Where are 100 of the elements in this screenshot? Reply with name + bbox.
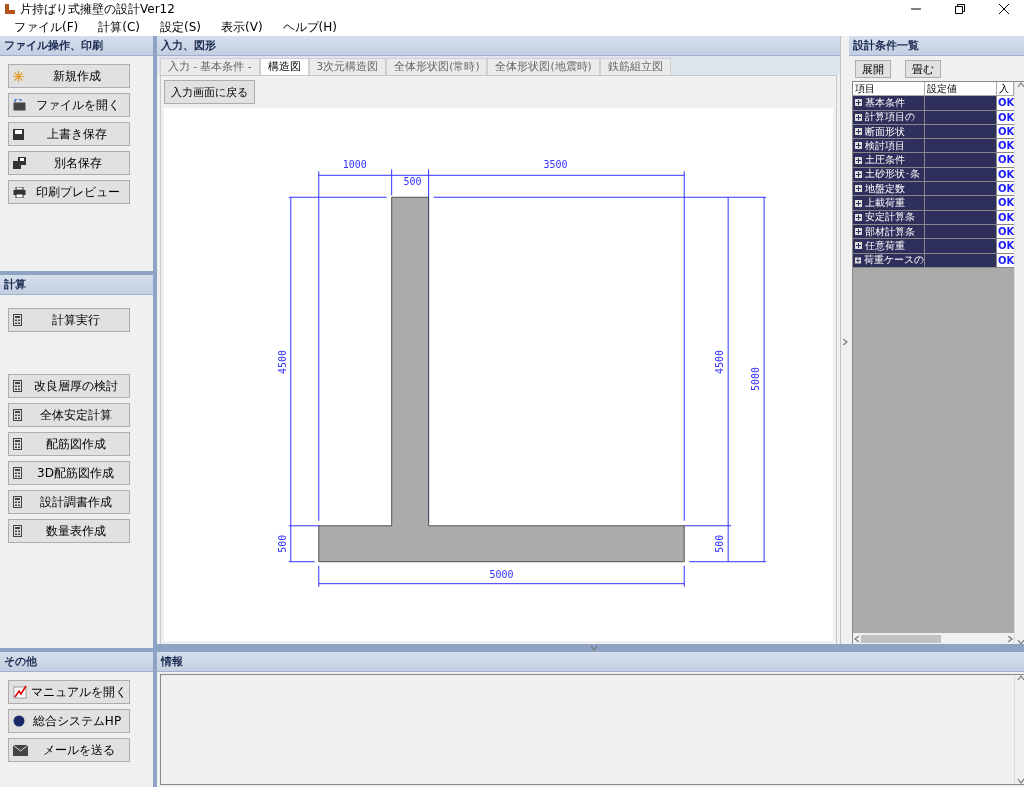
sidebar-button[interactable]: ファイルを開く	[8, 93, 130, 117]
table-cell	[925, 239, 997, 254]
calculator-icon	[13, 496, 22, 508]
sidebar-button[interactable]: 別名保存	[8, 151, 130, 175]
expand-icon[interactable]	[855, 242, 862, 250]
window-title: 片持ばり式擁壁の設計Ver12	[20, 0, 176, 18]
tab[interactable]: 全体形状図(地震時)	[487, 58, 600, 75]
status-cell: OK	[997, 196, 1015, 211]
horizontal-scrollbar[interactable]	[853, 633, 1015, 645]
sidebar-button[interactable]: 上書き保存	[8, 122, 130, 146]
table-cell	[925, 153, 997, 168]
toolbar-button[interactable]: 展開	[855, 60, 891, 78]
sparkle-icon	[13, 70, 24, 82]
toolbar-button[interactable]: 畳む	[905, 60, 941, 78]
sidebar-button[interactable]: 3D配筋図作成	[8, 461, 130, 485]
scroll-left-icon[interactable]	[853, 636, 861, 642]
expand-icon[interactable]	[855, 170, 862, 178]
back-button[interactable]: 入力画面に戻る	[164, 80, 255, 104]
table-cell[interactable]: 上載荷重	[853, 196, 925, 211]
floppy-disks-icon	[13, 157, 26, 169]
tab[interactable]: 鉄筋組立図	[599, 58, 671, 75]
menu-item[interactable]: ヘルプ(H)	[274, 18, 345, 36]
expand-icon[interactable]	[855, 185, 862, 193]
table-cell[interactable]: 基本条件	[853, 96, 925, 111]
table-cell[interactable]: 任意荷重	[853, 239, 925, 254]
item-label: 部材計算条	[865, 224, 915, 239]
vertical-scrollbar[interactable]	[1014, 82, 1024, 645]
sidebar-button[interactable]: マニュアルを開く	[8, 680, 130, 704]
dimension-label: 5000	[489, 568, 514, 580]
dimension-label: 1000	[342, 159, 367, 171]
sidebar-button[interactable]: 改良層厚の検討	[8, 374, 130, 398]
expand-icon[interactable]	[855, 142, 862, 150]
item-label: 断面形状	[865, 124, 905, 139]
section-header: ファイル操作、印刷	[0, 36, 153, 56]
calculator-icon	[13, 467, 22, 479]
menu-item[interactable]: 計算(C)	[90, 18, 148, 36]
expand-icon[interactable]	[855, 156, 862, 164]
item-label: 土砂形状･条	[865, 167, 920, 182]
menu-item[interactable]: 表示(V)	[213, 18, 271, 36]
column-header: 項目	[853, 82, 925, 97]
envelope-icon	[13, 744, 28, 756]
calculator-icon	[13, 380, 22, 392]
status-cell: OK	[997, 96, 1015, 111]
menu-item[interactable]: ファイル(F)	[6, 18, 87, 36]
dimension-label: 3500	[543, 159, 568, 171]
sidebar-button[interactable]: 印刷プレビュー	[8, 180, 130, 204]
table-cell	[925, 182, 997, 197]
expand-icon[interactable]	[855, 256, 861, 264]
calculator-icon	[13, 409, 22, 421]
dimension-label: 500	[403, 176, 422, 188]
sidebar-button[interactable]: 新規作成	[8, 64, 130, 88]
section-header: 設計条件一覧	[849, 36, 1024, 56]
tab[interactable]: 3次元構造図	[308, 58, 387, 75]
section-header: 計算	[0, 275, 153, 295]
item-label: 安定計算条	[865, 210, 915, 224]
sidebar-button[interactable]: メールを送る	[8, 738, 130, 762]
scroll-right-icon[interactable]	[1006, 636, 1015, 642]
scroll-down-icon[interactable]	[1017, 778, 1024, 784]
sidebar-button[interactable]: 配筋図作成	[8, 432, 130, 456]
dimension-label: 500	[714, 534, 726, 553]
folder-icon	[13, 99, 26, 111]
dimension-label: 4500	[714, 350, 726, 375]
sidebar-button[interactable]: 設計調書作成	[8, 490, 130, 514]
item-label: 検討項目	[865, 139, 905, 153]
tab[interactable]: 構造図	[259, 58, 309, 75]
table-cell	[925, 139, 997, 154]
restore-icon	[955, 4, 965, 14]
sidebar-button[interactable]: 全体安定計算	[8, 403, 130, 427]
globe-icon	[13, 715, 25, 727]
scroll-down-icon[interactable]	[1017, 639, 1024, 645]
item-label: 計算項目の	[865, 110, 915, 124]
expand-icon[interactable]	[855, 99, 862, 107]
expand-icon[interactable]	[855, 199, 862, 207]
table-cell[interactable]: 検討項目	[853, 139, 925, 154]
expand-icon[interactable]	[855, 113, 862, 121]
item-label: 上載荷重	[865, 196, 905, 210]
sidebar-button[interactable]: 計算実行	[8, 308, 130, 332]
calculator-icon	[13, 438, 22, 450]
calculator-icon	[13, 314, 22, 326]
expand-icon[interactable]	[855, 128, 862, 136]
dimension-label: 5000	[750, 367, 762, 391]
column-header: 入	[997, 82, 1015, 97]
table-cell[interactable]: 土圧条件	[853, 153, 925, 168]
menu-item[interactable]: 設定(S)	[152, 18, 209, 36]
sidebar-button[interactable]: 総合システムHP	[8, 709, 130, 733]
scroll-up-icon[interactable]	[1017, 675, 1024, 681]
tab[interactable]: 全体形状図(常時)	[386, 58, 488, 75]
item-label: 土圧条件	[865, 153, 905, 167]
calculator-icon	[13, 525, 22, 537]
table-cell[interactable]: 地盤定数	[853, 182, 925, 197]
item-label: 任意荷重	[865, 239, 905, 253]
expand-icon[interactable]	[855, 228, 862, 236]
printer-icon	[13, 186, 26, 198]
scroll-up-icon[interactable]	[1017, 82, 1024, 88]
tab[interactable]: 入力 - 基本条件 -	[160, 58, 260, 75]
app-logo-icon	[4, 3, 16, 15]
sidebar-button[interactable]: 数量表作成	[8, 519, 130, 543]
status-cell: OK	[997, 139, 1015, 154]
expand-icon[interactable]	[855, 213, 862, 221]
section-header: 情報	[157, 652, 1024, 672]
